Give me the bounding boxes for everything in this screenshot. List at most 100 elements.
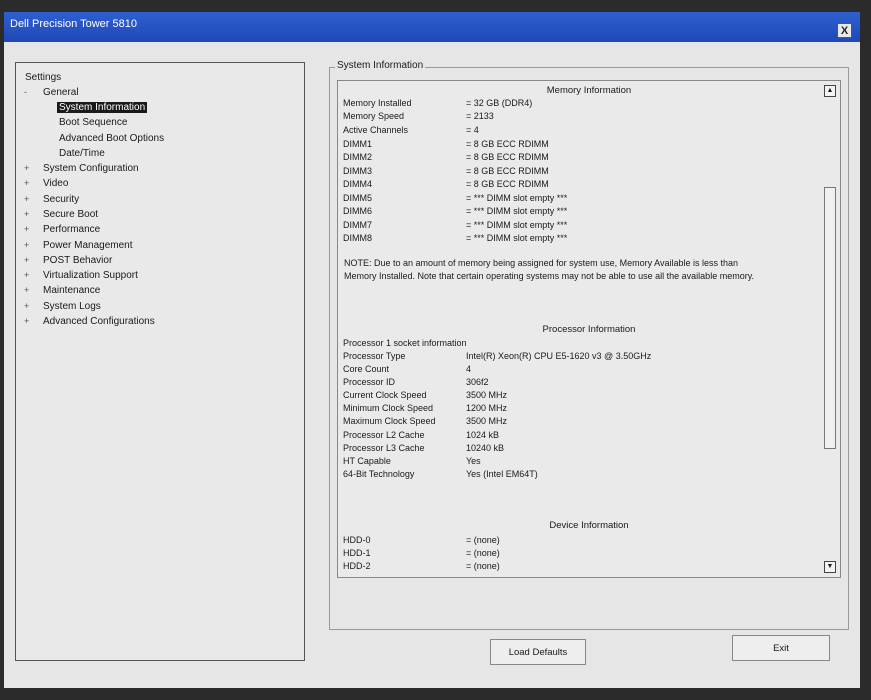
tree-item-general[interactable]: - General bbox=[24, 87, 79, 98]
tree-item-advanced-boot-options[interactable]: Advanced Boot Options bbox=[59, 133, 164, 144]
tree-item-boot-sequence[interactable]: Boot Sequence bbox=[59, 117, 127, 128]
tree-item-label: Video bbox=[43, 178, 69, 189]
memory-row-label: DIMM6 bbox=[343, 206, 372, 216]
expand-icon: + bbox=[24, 301, 30, 311]
expand-icon: + bbox=[24, 194, 30, 204]
tree-item-video[interactable]: + Video bbox=[24, 178, 69, 189]
processor-row-value: 1200 MHz bbox=[466, 403, 508, 413]
expand-icon: + bbox=[24, 270, 30, 280]
memory-row-label: DIMM5 bbox=[343, 193, 372, 203]
tree-root-settings[interactable]: Settings bbox=[25, 72, 61, 83]
expand-icon: + bbox=[24, 163, 30, 173]
tree-item-date-time[interactable]: Date/Time bbox=[59, 148, 105, 159]
processor-row-label: Processor ID bbox=[343, 377, 396, 387]
processor-row-value: Yes (Intel EM64T) bbox=[466, 469, 538, 479]
memory-note: NOTE: Due to an amount of memory being a… bbox=[344, 258, 755, 281]
tree-item-secure-boot[interactable]: + Secure Boot bbox=[24, 209, 98, 220]
processor-row-value: Intel(R) Xeon(R) CPU E5-1620 v3 @ 3.50GH… bbox=[466, 351, 652, 361]
tree-item-label: Security bbox=[43, 194, 80, 205]
memory-header: Memory Information bbox=[546, 85, 632, 96]
tree-item-label: POST Behavior bbox=[43, 255, 113, 266]
close-icon[interactable]: X bbox=[837, 23, 852, 38]
processor-row-label: Processor L2 Cache bbox=[343, 430, 425, 440]
tree-item-label: Virtualization Support bbox=[43, 270, 138, 281]
scroll-up-icon[interactable]: ▲ bbox=[824, 85, 836, 97]
memory-row-value: = *** DIMM slot empty *** bbox=[466, 206, 568, 216]
tree-item-post-behavior[interactable]: + POST Behavior bbox=[24, 255, 113, 266]
tree-item-performance[interactable]: + Performance bbox=[24, 224, 101, 235]
scroll-thumb[interactable] bbox=[824, 187, 836, 449]
processor-row-label: Maximum Clock Speed bbox=[343, 416, 436, 426]
memory-row-value: = 4 bbox=[466, 125, 479, 135]
memory-row-label: Memory Installed bbox=[343, 98, 412, 108]
processor-row-label: Processor Type bbox=[343, 351, 406, 361]
device-row-label: HDD-2 bbox=[343, 561, 371, 571]
processor-row-label: 64-Bit Technology bbox=[343, 469, 415, 479]
memory-row-label: DIMM4 bbox=[343, 179, 372, 189]
main-window: Settings - General System Information Bo… bbox=[4, 42, 860, 688]
memory-row-value: = 8 GB ECC RDIMM bbox=[466, 179, 549, 189]
tree-item-label: System Logs bbox=[43, 301, 101, 312]
memory-row-value: = *** DIMM slot empty *** bbox=[466, 220, 568, 230]
processor-row-value: 1024 kB bbox=[466, 430, 500, 440]
expand-icon: + bbox=[24, 224, 30, 234]
tree-item-system-logs[interactable]: + System Logs bbox=[24, 301, 101, 312]
load-defaults-button[interactable]: Load Defaults bbox=[490, 639, 586, 665]
expand-icon: + bbox=[24, 209, 30, 219]
device-header: Device Information bbox=[549, 520, 629, 531]
tree-item-system-information[interactable]: System Information bbox=[57, 102, 148, 113]
processor-row-value: 4 bbox=[466, 364, 472, 374]
processor-row-label: Core Count bbox=[343, 364, 390, 374]
exit-button[interactable]: Exit bbox=[732, 635, 830, 661]
info-scroll-area[interactable]: Memory Information Memory Installed = 32… bbox=[337, 80, 841, 578]
expand-icon: + bbox=[24, 240, 30, 250]
memory-row-value: = 2133 bbox=[466, 111, 494, 121]
tree-item-power-management[interactable]: + Power Management bbox=[24, 240, 133, 251]
device-row-label: HDD-0 bbox=[343, 535, 371, 545]
expand-icon: + bbox=[24, 178, 30, 188]
processor-header: Processor Information bbox=[542, 324, 636, 335]
processor-row-value: 3500 MHz bbox=[466, 416, 508, 426]
memory-row-value: = 8 GB ECC RDIMM bbox=[466, 152, 549, 162]
memory-row-value: = *** DIMM slot empty *** bbox=[466, 233, 568, 243]
vertical-scrollbar[interactable]: ▲ ▼ bbox=[824, 83, 838, 575]
tree-item-security[interactable]: + Security bbox=[24, 194, 80, 205]
device-row-value: = (none) bbox=[466, 561, 500, 571]
tree-item-label: Power Management bbox=[43, 240, 133, 251]
processor-socket-label: Processor 1 socket information bbox=[343, 338, 467, 348]
memory-row-label: DIMM8 bbox=[343, 233, 372, 243]
expand-icon: + bbox=[24, 285, 30, 295]
tree-item-label: General bbox=[43, 87, 79, 98]
expand-icon: + bbox=[24, 255, 30, 265]
scroll-down-icon[interactable]: ▼ bbox=[824, 561, 836, 573]
device-row-value: = (none) bbox=[466, 548, 500, 558]
title-bar: Dell Precision Tower 5810 X bbox=[4, 12, 860, 42]
tree-item-label: System Configuration bbox=[43, 163, 139, 174]
tree-item-label: Performance bbox=[43, 224, 101, 235]
settings-tree: Settings - General System Information Bo… bbox=[15, 62, 305, 661]
tree-item-label: Advanced Configurations bbox=[43, 316, 155, 327]
tree-item-advanced-configurations[interactable]: + Advanced Configurations bbox=[24, 316, 155, 327]
tree-item-maintenance[interactable]: + Maintenance bbox=[24, 285, 100, 296]
collapse-icon: - bbox=[24, 87, 27, 97]
memory-row-label: DIMM1 bbox=[343, 139, 372, 149]
tree-item-virtualization-support[interactable]: + Virtualization Support bbox=[24, 270, 138, 281]
memory-row-label: DIMM3 bbox=[343, 166, 372, 176]
processor-row-label: HT Capable bbox=[343, 456, 391, 466]
processor-row-value: Yes bbox=[466, 456, 481, 466]
section-title: System Information bbox=[335, 60, 426, 71]
processor-row-label: Minimum Clock Speed bbox=[343, 403, 434, 413]
memory-row-value: = *** DIMM slot empty *** bbox=[466, 193, 568, 203]
memory-row-value: = 32 GB (DDR4) bbox=[466, 98, 533, 108]
tree-item-system-configuration[interactable]: + System Configuration bbox=[24, 163, 139, 174]
processor-row-value: 306f2 bbox=[466, 377, 489, 387]
memory-row-value: = 8 GB ECC RDIMM bbox=[466, 139, 549, 149]
device-row-value: = (none) bbox=[466, 535, 500, 545]
processor-row-value: 3500 MHz bbox=[466, 390, 508, 400]
processor-row-value: 10240 kB bbox=[466, 443, 505, 453]
tree-item-label: System Information bbox=[57, 102, 148, 113]
memory-row-label: DIMM2 bbox=[343, 152, 372, 162]
processor-row-label: Processor L3 Cache bbox=[343, 443, 425, 453]
expand-icon: + bbox=[24, 316, 30, 326]
processor-row-label: Current Clock Speed bbox=[343, 390, 427, 400]
